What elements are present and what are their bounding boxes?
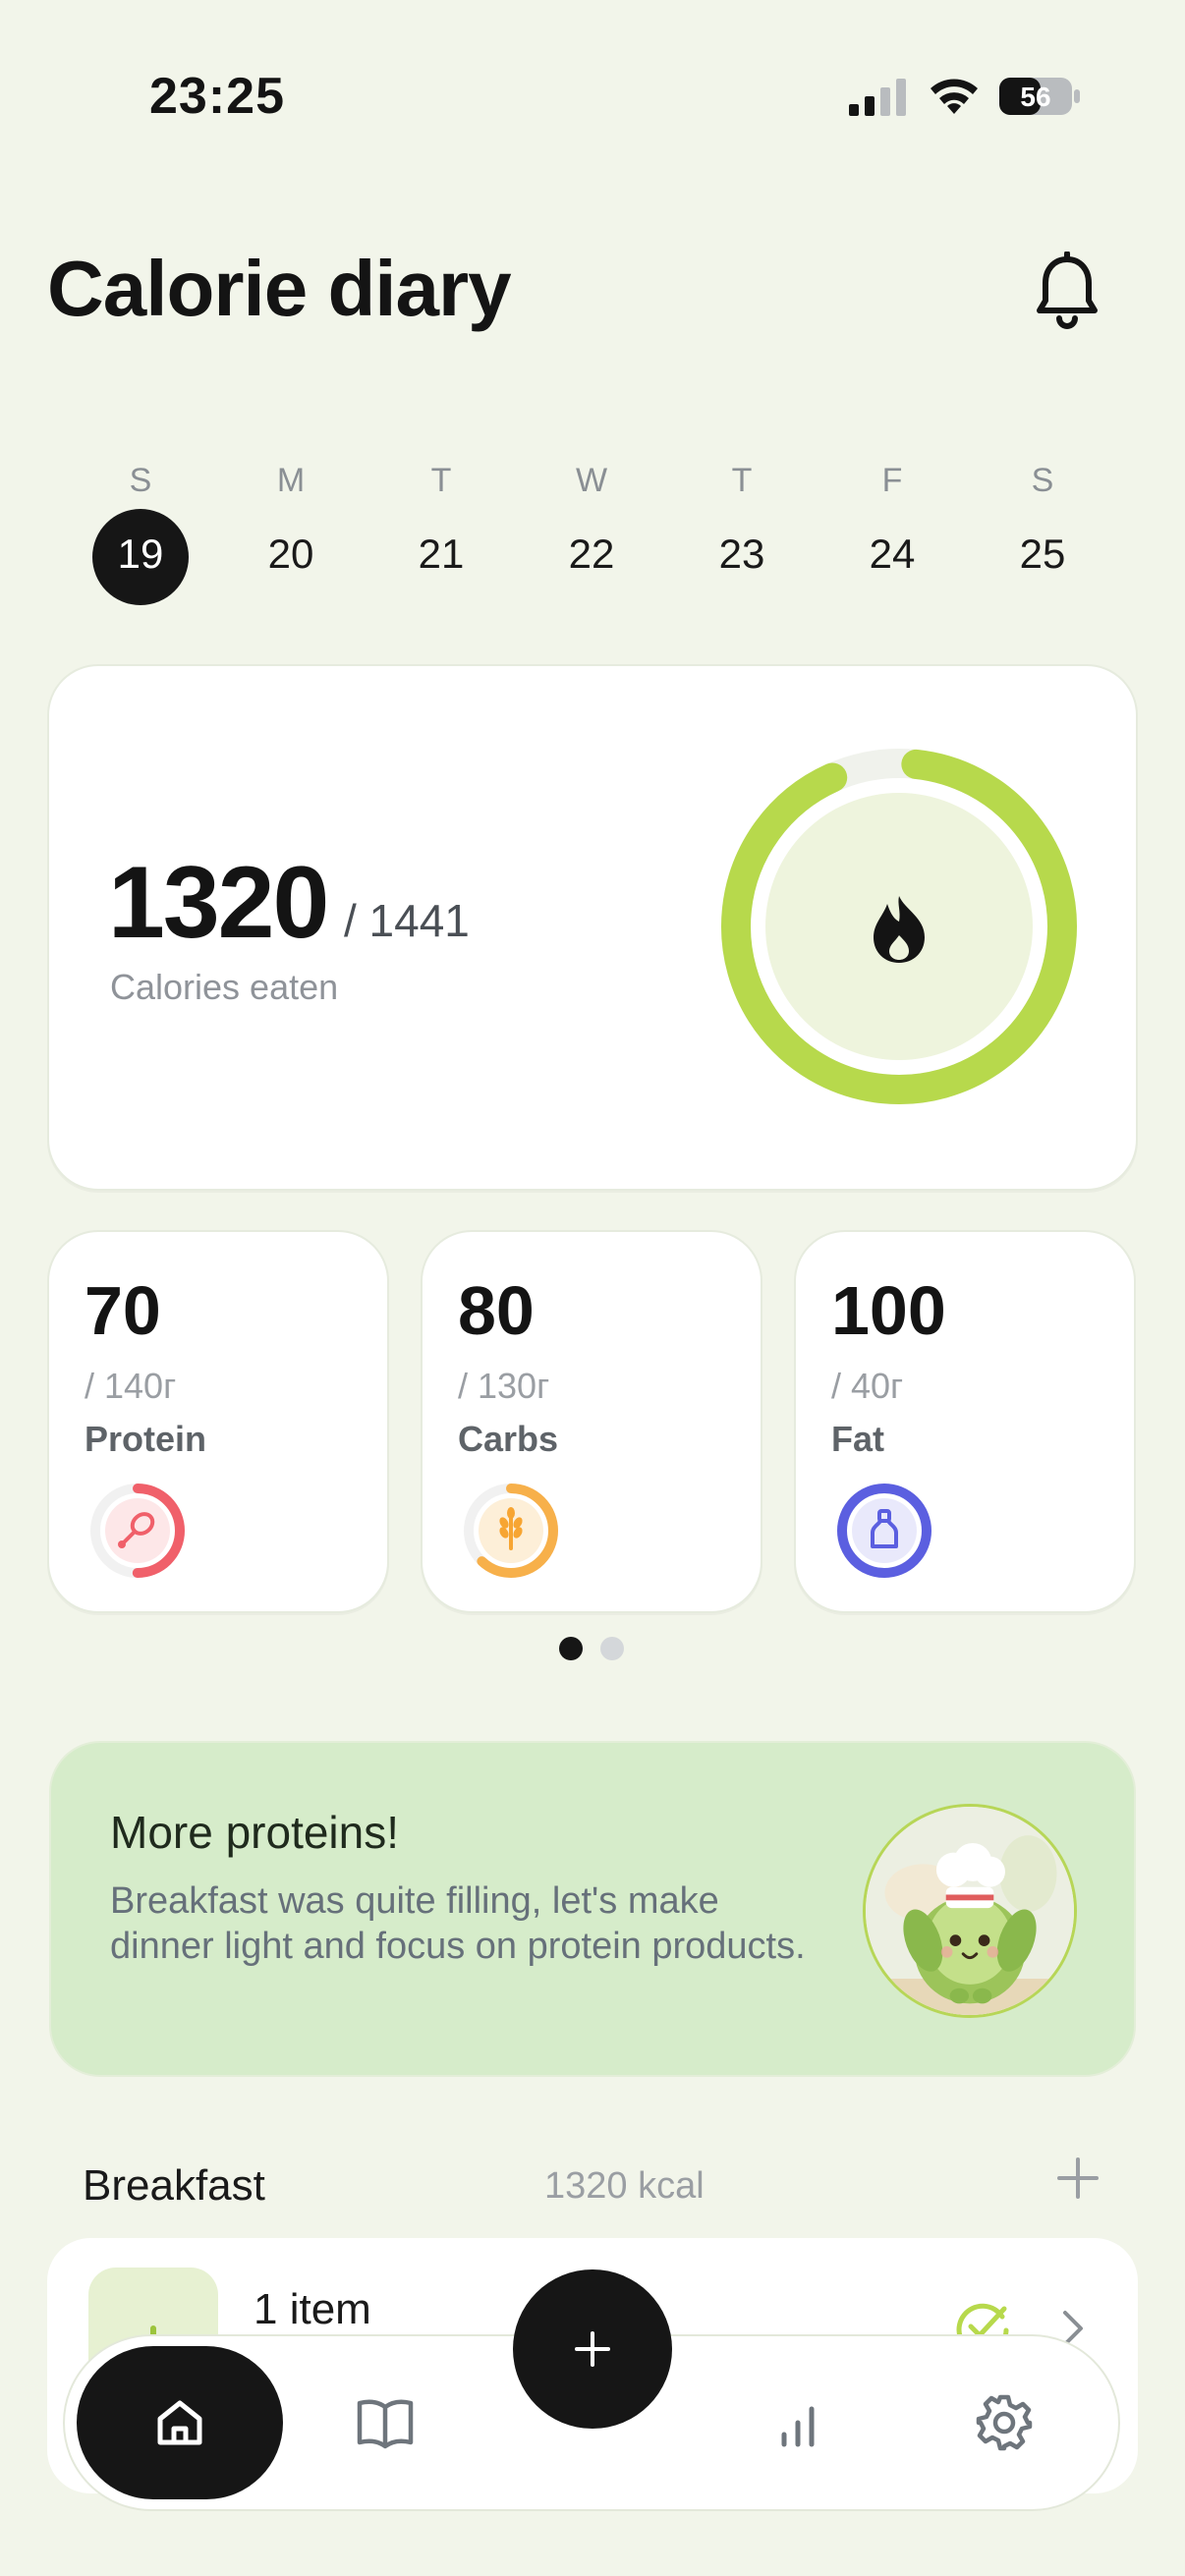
page-title: Calorie diary	[47, 245, 512, 332]
meal-title: Breakfast	[83, 2161, 265, 2210]
meal-kcal: 1320 kcal	[544, 2165, 705, 2207]
wifi-icon	[931, 79, 978, 114]
calories-label: Calories eaten	[110, 967, 339, 1007]
fat-card[interactable]: 100 / 40г Fat	[794, 1230, 1136, 1613]
protein-progress-ring	[90, 1484, 185, 1578]
day-20[interactable]: 20	[242, 531, 340, 580]
fat-value: 100	[831, 1272, 946, 1349]
add-food-button[interactable]	[513, 2269, 672, 2429]
carbs-goal: / 130г	[458, 1366, 550, 1406]
day-23[interactable]: 23	[693, 531, 791, 580]
home-icon	[157, 2400, 202, 2445]
day-19[interactable]: 19	[91, 531, 190, 580]
fat-progress-ring	[837, 1484, 931, 1578]
bell-icon[interactable]	[1032, 252, 1102, 330]
calories-goal-value: / 1441	[344, 895, 470, 946]
add-meal-plus-icon[interactable]	[1055, 2156, 1100, 2201]
fat-goal: / 40г	[831, 1366, 904, 1406]
carbs-label: Carbs	[458, 1419, 559, 1459]
day-letter: M	[276, 462, 306, 499]
nav-home-button[interactable]	[77, 2346, 283, 2499]
day-25[interactable]: 25	[993, 531, 1092, 580]
day-22[interactable]: 22	[542, 531, 641, 580]
day-24[interactable]: 24	[843, 531, 941, 580]
day-letter: W	[575, 462, 608, 499]
pager-dot[interactable]	[600, 1637, 624, 1660]
battery-level: 56	[1020, 82, 1050, 112]
carbs-value: 80	[458, 1272, 535, 1349]
protein-card[interactable]: 70 / 140г Protein	[47, 1230, 389, 1613]
cabbage-chef-mascot	[863, 1804, 1077, 2018]
fat-label: Fat	[831, 1419, 884, 1459]
carbs-progress-ring	[464, 1484, 558, 1578]
tip-title: More proteins!	[110, 1807, 400, 1858]
status-time: 23:25	[149, 68, 285, 125]
book-icon[interactable]	[356, 2393, 415, 2452]
meal-items-count: 1 item	[254, 2285, 371, 2333]
protein-label: Protein	[85, 1419, 207, 1459]
day-letter: S	[1031, 462, 1054, 499]
day-letter: T	[731, 462, 753, 499]
day-letter: T	[430, 462, 452, 499]
protein-value: 70	[85, 1272, 161, 1349]
battery-icon: 56	[999, 78, 1080, 115]
stats-icon[interactable]	[768, 2395, 827, 2454]
carbs-card[interactable]: 80 / 130г Carbs	[421, 1230, 762, 1613]
day-letter: S	[129, 462, 152, 499]
day-letter: F	[881, 462, 903, 499]
protein-goal: / 140г	[85, 1366, 177, 1406]
plus-icon	[575, 2331, 610, 2367]
tip-body: Breakfast was quite filling, let's make …	[110, 1880, 806, 1967]
calories-progress-ring	[721, 749, 1077, 1104]
pager-dot-active[interactable]	[559, 1637, 583, 1660]
cellular-signal-icon	[849, 79, 906, 116]
day-21[interactable]: 21	[392, 531, 490, 580]
gear-icon[interactable]	[975, 2393, 1034, 2452]
calories-eaten-value: 1320	[108, 846, 329, 960]
